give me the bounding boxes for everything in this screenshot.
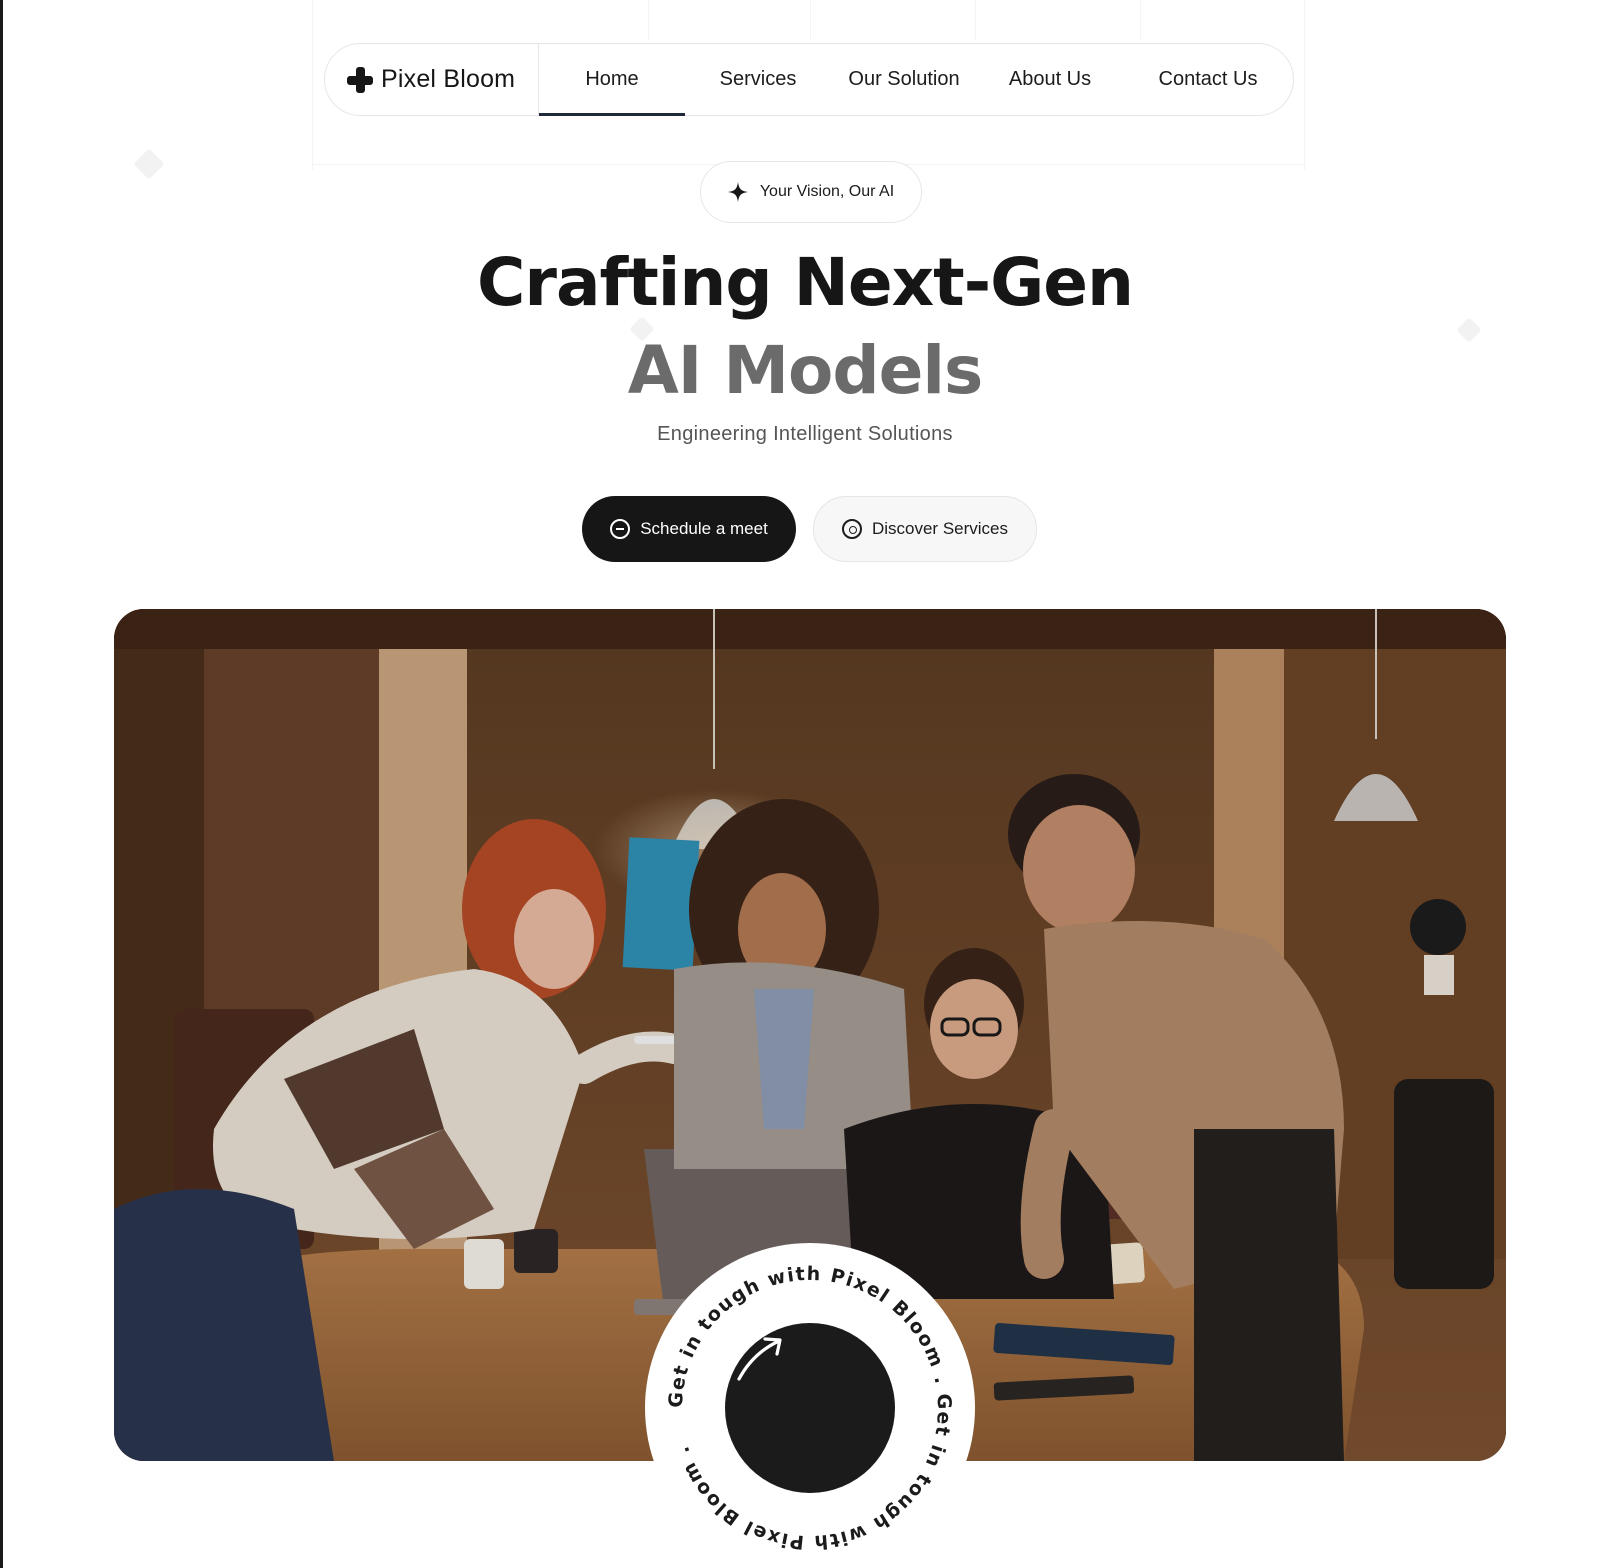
decor-diamond [133, 148, 165, 180]
minus-circle-icon [610, 519, 631, 539]
hero-title-line2: AI Models [627, 332, 984, 409]
grid-line [312, 0, 313, 170]
hero-title-line1: Crafting Next-Gen [476, 244, 1134, 321]
arrow-up-right-icon [737, 1337, 782, 1381]
hero-subtitle: Engineering Intelligent Solutions [657, 423, 953, 445]
plus-icon [347, 66, 373, 93]
nav-item-about-us[interactable]: About Us [977, 44, 1123, 115]
get-in-touch-stamp[interactable]: Get in tough with Pixel Bloom . Get in t… [645, 1243, 975, 1568]
discover-services-button[interactable]: Discover Services [813, 496, 1037, 562]
compass-icon [841, 519, 862, 539]
schedule-meet-label: Schedule a meet [640, 519, 768, 538]
grid-line [648, 0, 649, 40]
tagline-badge: Your Vision, Our AI [700, 161, 922, 223]
brand-logo[interactable]: Pixel Bloom [325, 44, 539, 115]
page-edge [0, 0, 3, 1568]
grid-line [1304, 0, 1305, 170]
nav-item-home[interactable]: Home [539, 44, 685, 116]
nav-item-services[interactable]: Services [685, 44, 831, 115]
grid-line [1140, 0, 1141, 40]
nav-item-contact-us[interactable]: Contact Us [1123, 44, 1293, 115]
badge-text: Your Vision, Our AI [759, 183, 895, 200]
top-navbar: Pixel Bloom Home Services Our Solution A… [324, 43, 1294, 116]
grid-line [810, 0, 811, 40]
sparkle-icon [727, 182, 748, 202]
nav-links: Home Services Our Solution About Us Cont… [539, 44, 1293, 116]
schedule-meet-button[interactable]: Schedule a meet [582, 496, 796, 562]
grid-line [975, 0, 976, 40]
brand-name: Pixel Bloom [381, 65, 516, 93]
discover-services-label: Discover Services [871, 519, 1009, 538]
get-in-touch-button[interactable] [725, 1323, 895, 1493]
nav-item-our-solution[interactable]: Our Solution [831, 44, 977, 115]
